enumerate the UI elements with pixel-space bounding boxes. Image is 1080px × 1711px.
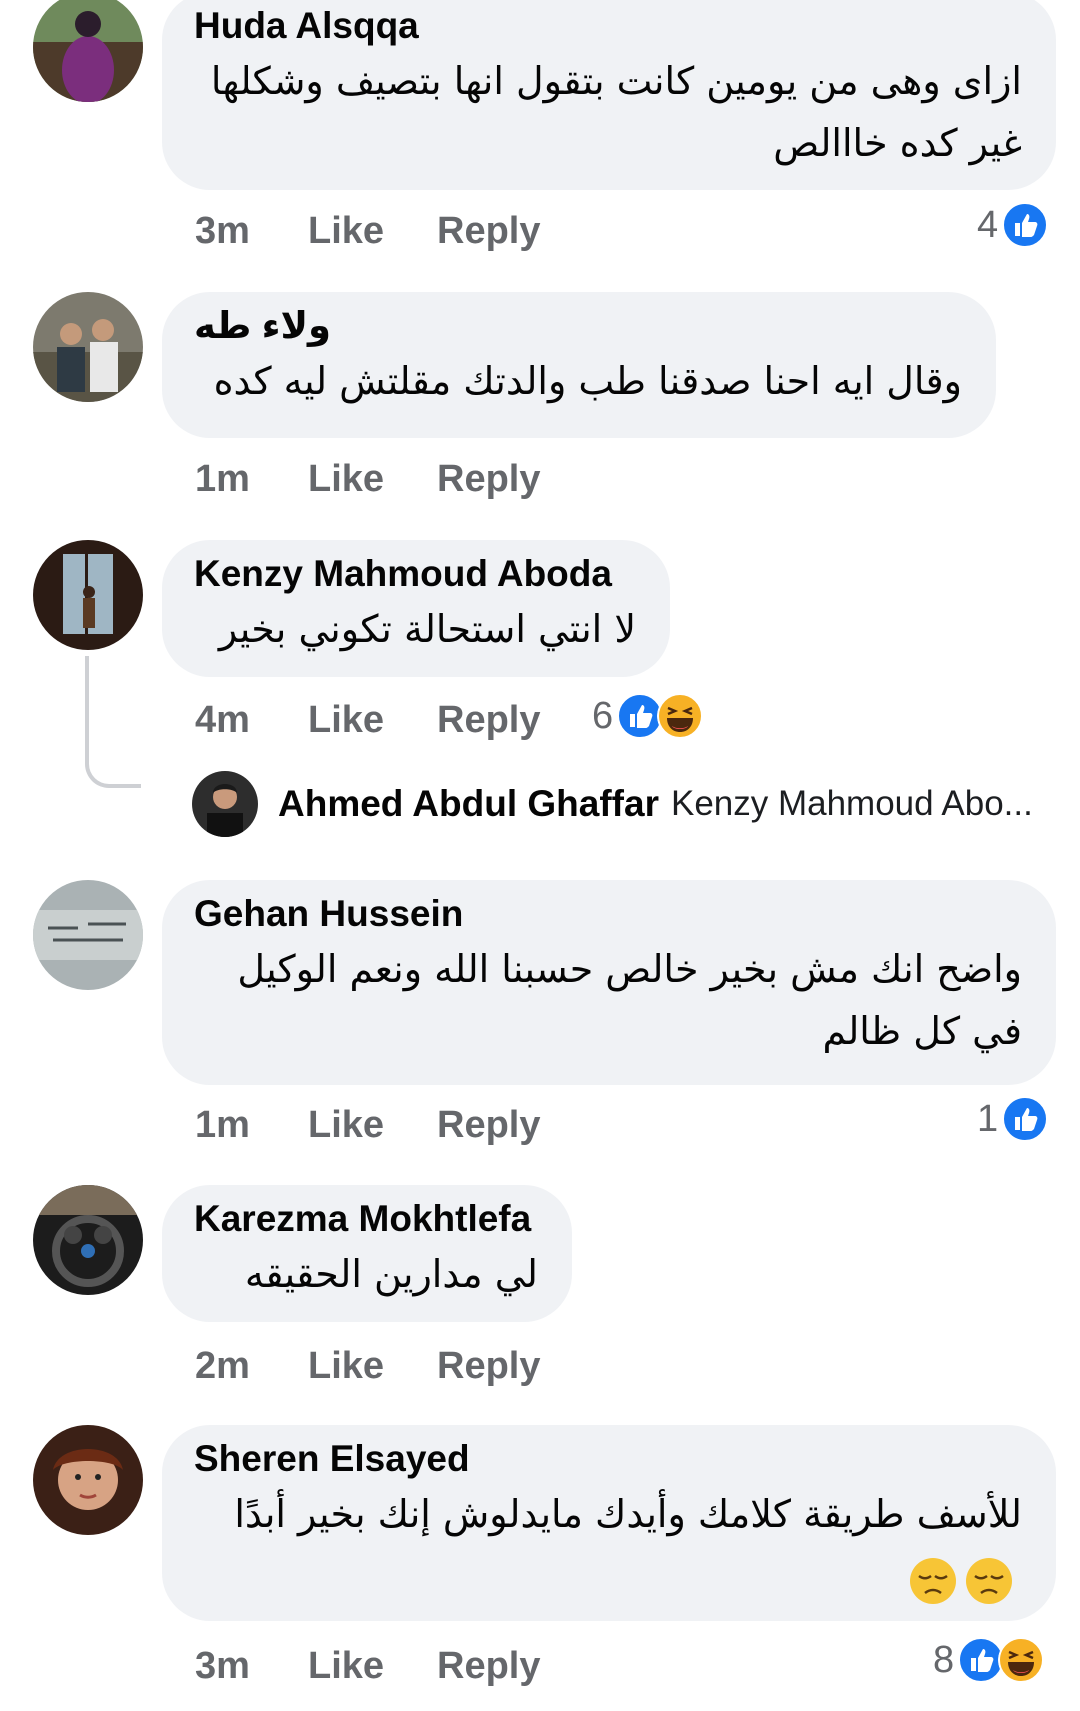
like-button[interactable]: Like [308, 1345, 384, 1388]
comment-bubble[interactable]: Huda Alsqqa ازاى وهى من يومين كانت بتقول… [162, 0, 1056, 190]
reaction-summary[interactable]: 8 [933, 1637, 1045, 1683]
comment-time[interactable]: 3m [195, 1645, 250, 1688]
avatar[interactable] [33, 540, 143, 650]
comment-time[interactable]: 1m [195, 458, 250, 501]
reaction-count: 6 [592, 694, 614, 737]
emoji-row [908, 1556, 1014, 1606]
reaction-count: 1 [977, 1097, 999, 1140]
comment-text: ازاى وهى من يومين كانت بتقول انها بتصيف … [210, 59, 1022, 165]
avatar[interactable] [33, 0, 143, 102]
reply-button[interactable]: Reply [437, 699, 540, 742]
comment-text: لا انتي استحالة تكوني بخير [218, 607, 636, 651]
haha-icon [998, 1637, 1045, 1683]
reaction-summary[interactable]: 1 [977, 1096, 1049, 1142]
like-button[interactable]: Like [308, 699, 384, 742]
comment-time[interactable]: 4m [195, 699, 250, 742]
comment-bubble[interactable]: ولاء طه وقال ايه احنا صدقنا طب والدتك مق… [162, 292, 996, 438]
like-icon [1002, 1096, 1049, 1142]
reply-button[interactable]: Reply [437, 210, 540, 253]
comment-text: لي مدارين الحقيقه [244, 1252, 538, 1296]
comment-author[interactable]: Sheren Elsayed [194, 1435, 1022, 1483]
comment-author[interactable]: Kenzy Mahmoud Aboda [194, 550, 636, 598]
reaction-summary[interactable]: 4 [977, 202, 1049, 248]
like-button[interactable]: Like [308, 1645, 384, 1688]
reply-preview[interactable]: Ahmed Abdul Ghaffar Kenzy Mahmoud Abo... [192, 771, 1052, 837]
comment-bubble[interactable]: Gehan Hussein واضح انك مش بخير خالص حسبن… [162, 880, 1056, 1085]
avatar[interactable] [192, 771, 258, 837]
avatar[interactable] [33, 292, 143, 402]
avatar[interactable] [33, 1185, 143, 1295]
comment-time[interactable]: 3m [195, 210, 250, 253]
comment-time[interactable]: 1m [195, 1104, 250, 1147]
sad-face-emoji [966, 1558, 1012, 1604]
comment-author[interactable]: Karezma Mokhtlefa [194, 1195, 538, 1243]
reaction-summary[interactable]: 6 [592, 693, 704, 739]
comment-author[interactable]: ولاء طه [194, 302, 962, 350]
thread-line [85, 656, 141, 788]
haha-icon [657, 693, 704, 739]
reaction-count: 4 [977, 203, 999, 246]
reply-button[interactable]: Reply [437, 1104, 540, 1147]
comment-text: واضح انك مش بخير خالص حسبنا الله ونعم ال… [237, 947, 1022, 1053]
comment-author[interactable]: Gehan Hussein [194, 890, 1022, 938]
avatar[interactable] [33, 1425, 143, 1535]
reply-button[interactable]: Reply [437, 1645, 540, 1688]
comment-text: وقال ايه احنا صدقنا طب والدتك مقلتش ليه … [213, 359, 962, 403]
like-button[interactable]: Like [308, 458, 384, 501]
comment-bubble[interactable]: Karezma Mokhtlefa لي مدارين الحقيقه [162, 1185, 572, 1322]
like-button[interactable]: Like [308, 1104, 384, 1147]
reply-text: Kenzy Mahmoud Abo... [670, 784, 1033, 823]
reaction-count: 8 [933, 1638, 955, 1681]
like-icon [1002, 202, 1049, 248]
reply-button[interactable]: Reply [437, 458, 540, 501]
reply-button[interactable]: Reply [437, 1345, 540, 1388]
comment-author[interactable]: Huda Alsqqa [194, 2, 1022, 50]
reply-author[interactable]: Ahmed Abdul Ghaffar [278, 783, 659, 825]
sad-face-emoji [910, 1558, 956, 1604]
avatar[interactable] [33, 880, 143, 990]
like-button[interactable]: Like [308, 210, 384, 253]
comment-bubble[interactable]: Kenzy Mahmoud Aboda لا انتي استحالة تكون… [162, 540, 670, 677]
comment-text: للأسف طريقة كلامك وأيدك مايدلوش إنك بخير… [234, 1492, 1022, 1536]
comment-time[interactable]: 2m [195, 1345, 250, 1388]
